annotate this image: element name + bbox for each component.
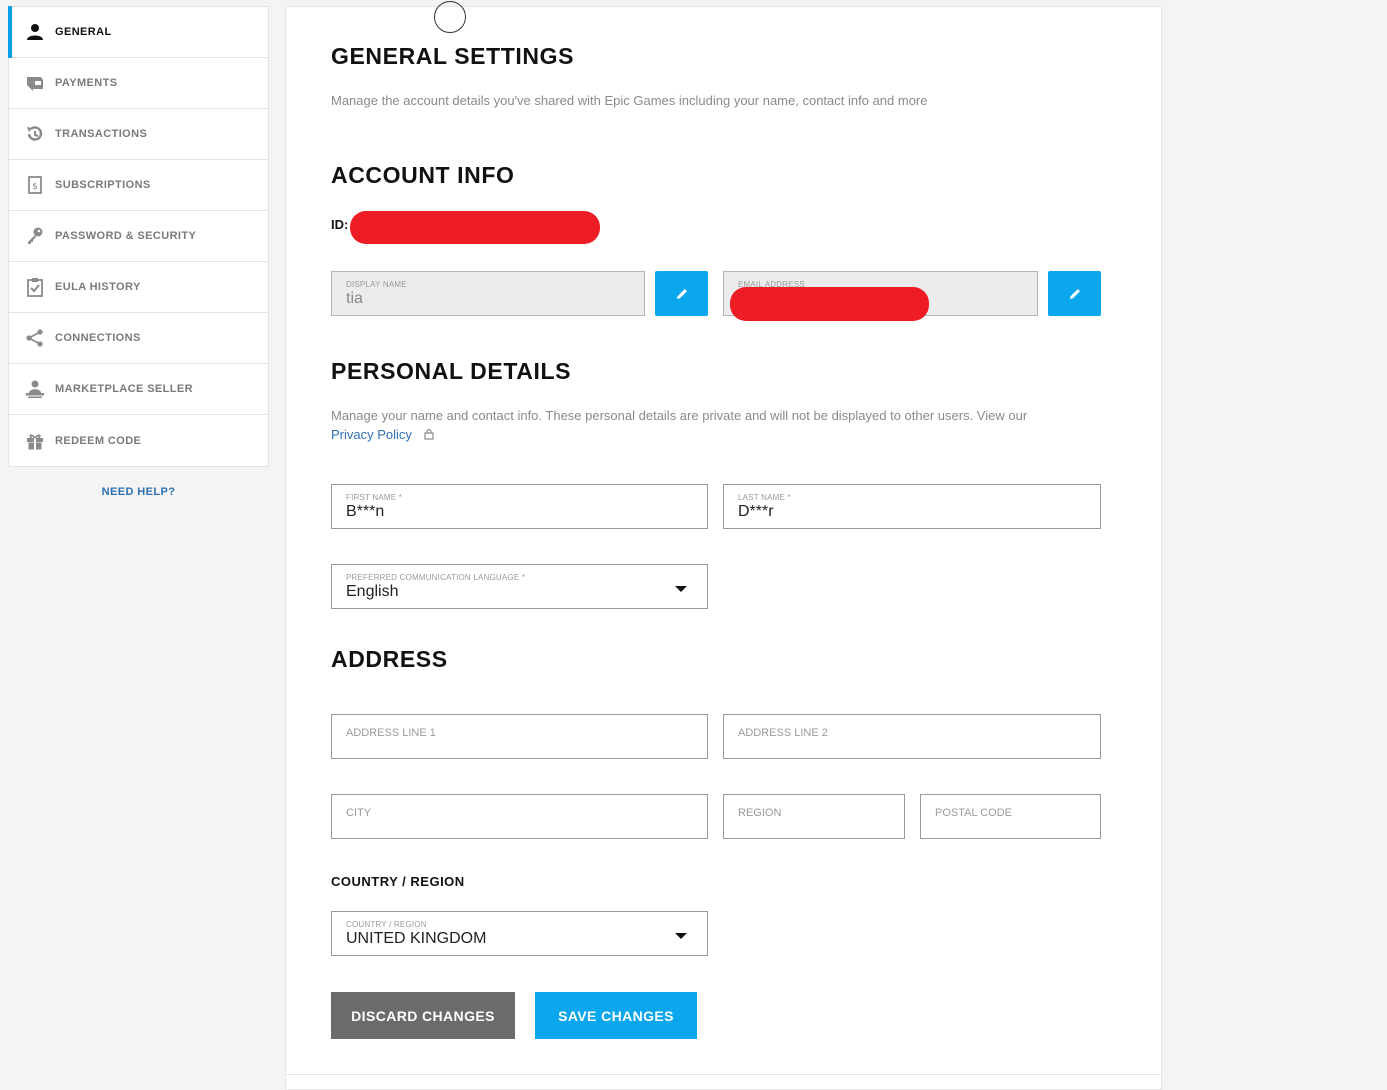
address-line2-placeholder: ADDRESS LINE 2: [738, 727, 828, 739]
postal-code-placeholder: POSTAL CODE: [935, 807, 1013, 819]
first-name-label: FIRST NAME *: [346, 493, 403, 502]
country-value: UNITED KINGDOM: [346, 930, 487, 947]
chevron-down-icon: [675, 586, 687, 592]
language-select[interactable]: PREFERRED COMMUNICATION LANGUAGE * Engli…: [331, 564, 708, 609]
sidebar-item-connections[interactable]: CONNECTIONS: [9, 313, 268, 364]
city-input[interactable]: CITY: [331, 794, 708, 839]
sidebar-item-label: MARKETPLACE SELLER: [55, 383, 193, 395]
address-line1-placeholder: ADDRESS LINE 1: [346, 727, 436, 739]
address-line2-input[interactable]: ADDRESS LINE 2: [723, 714, 1101, 759]
redaction-mark: [730, 287, 929, 321]
svg-text:$: $: [32, 182, 38, 192]
display-name-field: DISPLAY NAME tia: [331, 271, 645, 316]
display-name-label: DISPLAY NAME: [346, 280, 407, 289]
sidebar-item-label: TRANSACTIONS: [55, 128, 148, 140]
personal-details-text: Manage your name and contact info. These…: [331, 408, 1028, 423]
sidebar-item-marketplace-seller[interactable]: MARKETPLACE SELLER: [9, 364, 268, 415]
wallet-icon: [25, 73, 45, 93]
account-info-heading: ACCOUNT INFO: [331, 162, 515, 188]
discard-changes-button[interactable]: DISCARD CHANGES: [331, 992, 515, 1039]
sidebar-item-payments[interactable]: PAYMENTS: [9, 58, 268, 109]
sidebar-item-eula-history[interactable]: EULA HISTORY: [9, 262, 268, 313]
region-input[interactable]: REGION: [723, 794, 905, 839]
region-placeholder: REGION: [738, 807, 782, 819]
save-changes-button[interactable]: SAVE CHANGES: [535, 992, 697, 1039]
city-placeholder: CITY: [346, 807, 372, 819]
last-name-label: LAST NAME *: [738, 493, 791, 502]
language-value: English: [346, 583, 399, 600]
sidebar: GENERAL PAYMENTS TRANSACTIONS $ SUBSCRIP…: [8, 6, 269, 467]
sidebar-item-redeem-code[interactable]: REDEEM CODE: [9, 415, 268, 466]
personal-details-heading: PERSONAL DETAILS: [331, 358, 572, 384]
language-label: PREFERRED COMMUNICATION LANGUAGE *: [346, 573, 526, 582]
sidebar-item-label: PAYMENTS: [55, 77, 118, 89]
sidebar-item-label: CONNECTIONS: [55, 332, 141, 344]
receipt-icon: $: [25, 175, 45, 195]
gift-icon: [25, 431, 45, 451]
key-icon: [25, 226, 45, 246]
privacy-policy-link[interactable]: Privacy Policy: [331, 427, 412, 442]
redaction-mark: [350, 211, 600, 244]
sidebar-item-transactions[interactable]: TRANSACTIONS: [9, 109, 268, 160]
general-description: Manage the account details you've shared…: [331, 93, 928, 108]
sidebar-item-label: GENERAL: [55, 26, 112, 38]
sidebar-item-subscriptions[interactable]: $ SUBSCRIPTIONS: [9, 160, 268, 211]
sidebar-item-general[interactable]: GENERAL: [8, 6, 268, 58]
address-heading: ADDRESS: [331, 646, 448, 672]
sidebar-item-label: REDEEM CODE: [55, 434, 142, 447]
sidebar-item-password-security[interactable]: PASSWORD & SECURITY: [9, 211, 268, 262]
first-name-value: B***n: [346, 503, 385, 520]
personal-details-description: Manage your name and contact info. These…: [331, 406, 1121, 444]
chevron-down-icon: [675, 933, 687, 939]
need-help-link[interactable]: NEED HELP?: [8, 486, 269, 498]
sidebar-item-label: EULA HISTORY: [55, 281, 141, 293]
display-name-value: tia: [346, 290, 363, 307]
share-icon: [25, 328, 45, 348]
country-region-heading: COUNTRY / REGION: [331, 874, 465, 889]
country-label: COUNTRY / REGION: [346, 920, 427, 929]
divider: [285, 1074, 1162, 1075]
pencil-icon: [1069, 288, 1080, 299]
edit-email-button[interactable]: [1048, 271, 1101, 316]
first-name-field[interactable]: FIRST NAME * B***n: [331, 484, 708, 529]
clipboard-check-icon: [25, 277, 45, 297]
account-id-label: ID:: [331, 217, 349, 232]
last-name-value: D***r: [738, 503, 774, 520]
lock-icon: [423, 428, 434, 440]
cursor-indicator: [434, 1, 466, 33]
pencil-icon: [676, 288, 687, 299]
postal-code-input[interactable]: POSTAL CODE: [920, 794, 1101, 839]
country-select[interactable]: COUNTRY / REGION UNITED KINGDOM: [331, 911, 708, 956]
sidebar-item-label: SUBSCRIPTIONS: [55, 179, 151, 191]
edit-display-name-button[interactable]: [655, 271, 708, 316]
page-title: GENERAL SETTINGS: [331, 43, 575, 69]
history-icon: [25, 124, 45, 144]
last-name-field[interactable]: LAST NAME * D***r: [723, 484, 1101, 529]
address-line1-input[interactable]: ADDRESS LINE 1: [331, 714, 708, 759]
seller-icon: [25, 379, 45, 399]
user-icon: [25, 22, 45, 42]
sidebar-item-label: PASSWORD & SECURITY: [55, 230, 197, 242]
